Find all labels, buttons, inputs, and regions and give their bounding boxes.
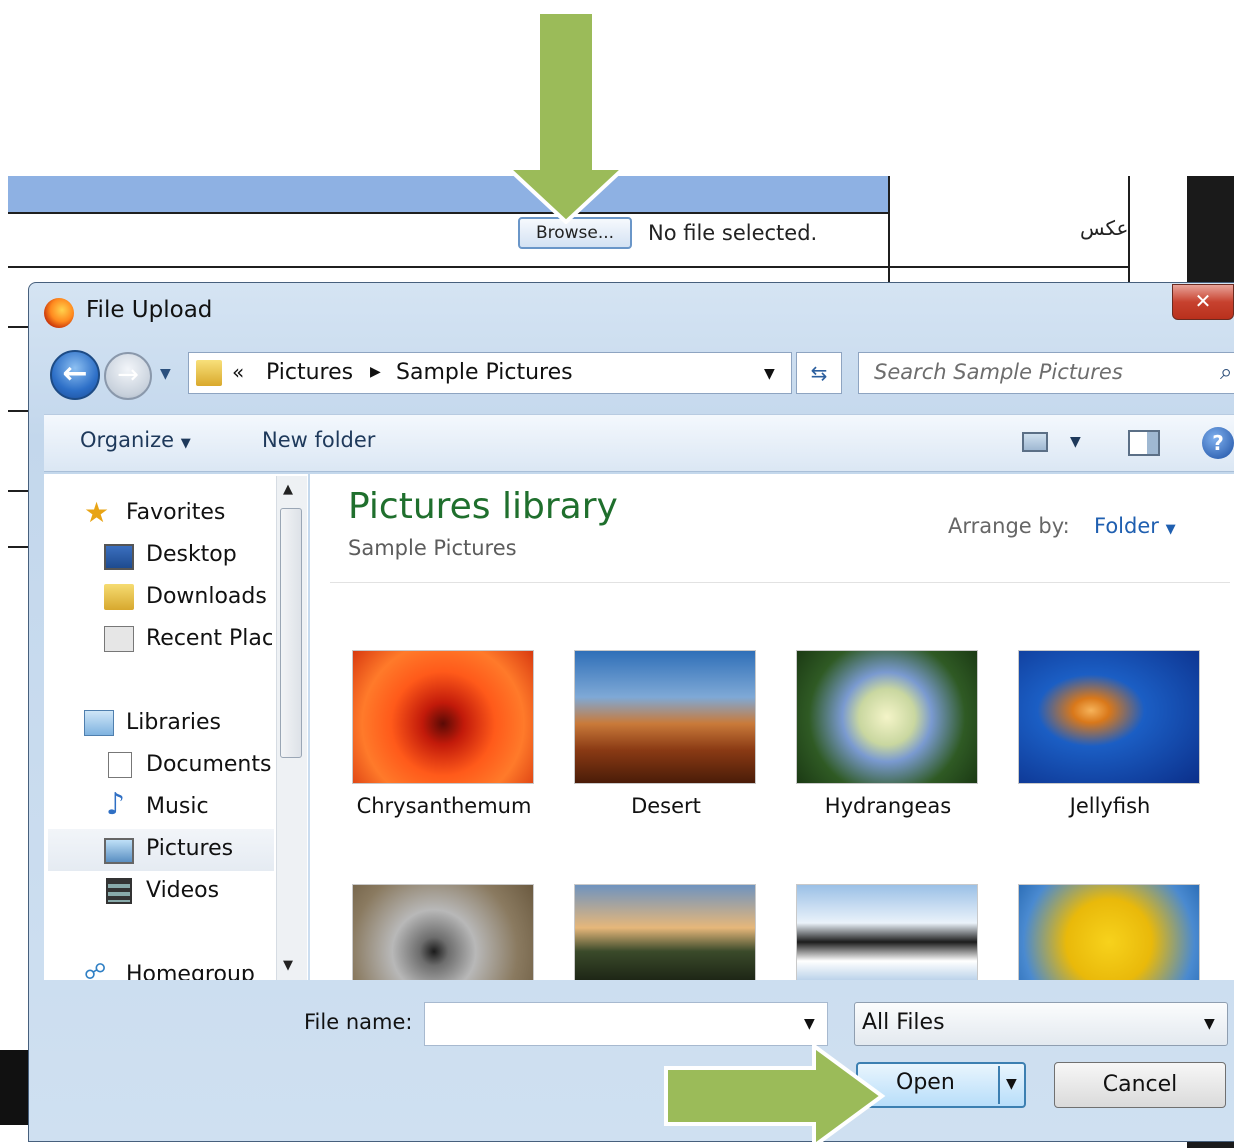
forward-arrow-icon: → — [117, 360, 139, 390]
open-label: Open — [896, 1070, 955, 1095]
nav-favorites[interactable]: Favorites — [126, 500, 225, 525]
help-icon[interactable]: ? — [1202, 427, 1234, 459]
nav-scrollbar-thumb[interactable] — [280, 508, 302, 758]
firefox-icon — [44, 298, 74, 328]
file-thumbnail[interactable] — [574, 650, 756, 784]
scroll-up-icon[interactable]: ▲ — [283, 482, 293, 497]
nav-pictures[interactable]: Pictures — [146, 836, 233, 861]
arrange-by-value: Folder — [1094, 514, 1159, 538]
new-folder-button[interactable]: New folder — [262, 428, 375, 452]
file-thumbnail[interactable] — [352, 650, 534, 784]
music-note-icon: ♪ — [106, 787, 126, 822]
search-icon[interactable]: ⌕ — [1220, 360, 1232, 385]
refresh-icon: ⇆ — [810, 361, 828, 385]
scroll-down-icon[interactable]: ▼ — [283, 958, 293, 973]
breadcrumb-separator-icon[interactable]: ▶ — [370, 364, 381, 380]
open-split-divider — [998, 1066, 1000, 1104]
videos-icon — [106, 878, 132, 904]
file-name-label[interactable]: Chrysanthemum — [344, 794, 544, 818]
favorites-star-icon: ★ — [84, 496, 110, 529]
address-dropdown[interactable]: ▼ — [764, 366, 775, 382]
nav-recent-places[interactable]: Recent Places — [146, 626, 272, 651]
pictures-icon — [104, 838, 134, 864]
library-subtitle: Sample Pictures — [348, 536, 517, 560]
change-view-icon[interactable] — [1022, 432, 1048, 452]
nav-libraries[interactable]: Libraries — [126, 710, 221, 735]
breadcrumb-pictures[interactable]: Pictures — [266, 360, 353, 385]
file-name-label[interactable]: Desert — [566, 794, 766, 818]
arrange-by-label: Arrange by: — [948, 514, 1070, 538]
breadcrumb-overflow[interactable]: « — [232, 360, 244, 384]
page-header-bar — [8, 176, 888, 214]
homegroup-icon: ☍ — [84, 960, 107, 985]
library-title: Pictures library — [348, 486, 618, 527]
recent-places-icon — [104, 626, 134, 652]
organize-button[interactable]: Organize ▼ — [80, 428, 191, 452]
organize-label: Organize — [80, 428, 175, 452]
preview-pane-icon[interactable] — [1128, 430, 1160, 456]
chevron-down-icon[interactable]: ▼ — [1204, 1016, 1215, 1032]
right-arrow-annotation — [664, 1044, 886, 1148]
file-thumbnail[interactable] — [1018, 884, 1200, 980]
field-label: عکس — [1080, 216, 1129, 240]
nav-homegroup[interactable]: Homegroup — [126, 962, 255, 980]
dialog-title: File Upload — [86, 297, 213, 323]
down-arrow-annotation — [502, 10, 630, 224]
cancel-button[interactable]: Cancel — [1054, 1062, 1226, 1108]
folder-icon — [196, 360, 222, 386]
file-thumbnail[interactable] — [352, 884, 534, 980]
view-options-dropdown[interactable]: ▼ — [1070, 434, 1081, 450]
file-thumbnail[interactable] — [796, 884, 978, 980]
close-icon: ✕ — [1194, 289, 1212, 313]
file-type-value: All Files — [862, 1010, 945, 1035]
file-name-input[interactable] — [424, 1002, 828, 1046]
nav-music[interactable]: Music — [146, 794, 209, 819]
nav-desktop[interactable]: Desktop — [146, 542, 237, 567]
documents-icon — [108, 752, 132, 778]
downloads-folder-icon — [104, 584, 134, 610]
nav-documents[interactable]: Documents — [146, 752, 271, 777]
back-arrow-icon: ← — [62, 356, 88, 391]
file-name-label: File name: — [304, 1010, 413, 1034]
open-options-dropdown[interactable]: ▼ — [1006, 1076, 1017, 1092]
close-button[interactable]: ✕ — [1172, 284, 1234, 320]
search-placeholder: Search Sample Pictures — [874, 360, 1123, 384]
table-divider — [8, 546, 30, 548]
nav-videos[interactable]: Videos — [146, 878, 219, 903]
file-thumbnail[interactable] — [796, 650, 978, 784]
no-file-text: No file selected. — [648, 221, 818, 245]
libraries-icon — [84, 710, 114, 736]
recent-locations-dropdown[interactable]: ▼ — [160, 366, 171, 382]
file-name-dropdown[interactable]: ▼ — [804, 1016, 815, 1032]
chevron-down-icon: ▼ — [1165, 522, 1176, 537]
content-divider — [330, 582, 1230, 583]
refresh-button[interactable]: ⇆ — [796, 352, 842, 394]
arrange-by-dropdown[interactable]: Folder ▼ — [1094, 514, 1176, 538]
command-toolbar — [44, 414, 1234, 472]
breadcrumb-sample-pictures[interactable]: Sample Pictures — [396, 360, 573, 385]
file-thumbnail[interactable] — [1018, 650, 1200, 784]
desktop-icon — [104, 544, 134, 570]
table-divider — [8, 326, 30, 328]
nav-downloads[interactable]: Downloads — [146, 584, 267, 609]
file-name-label[interactable]: Hydrangeas — [788, 794, 988, 818]
file-thumbnail[interactable] — [574, 884, 756, 980]
table-divider — [8, 410, 30, 412]
table-divider — [8, 266, 1128, 268]
file-name-label[interactable]: Jellyfish — [1010, 794, 1210, 818]
table-divider — [8, 490, 30, 492]
back-button[interactable]: ← — [50, 350, 100, 400]
chevron-down-icon: ▼ — [180, 436, 191, 451]
forward-button[interactable]: → — [104, 352, 152, 400]
